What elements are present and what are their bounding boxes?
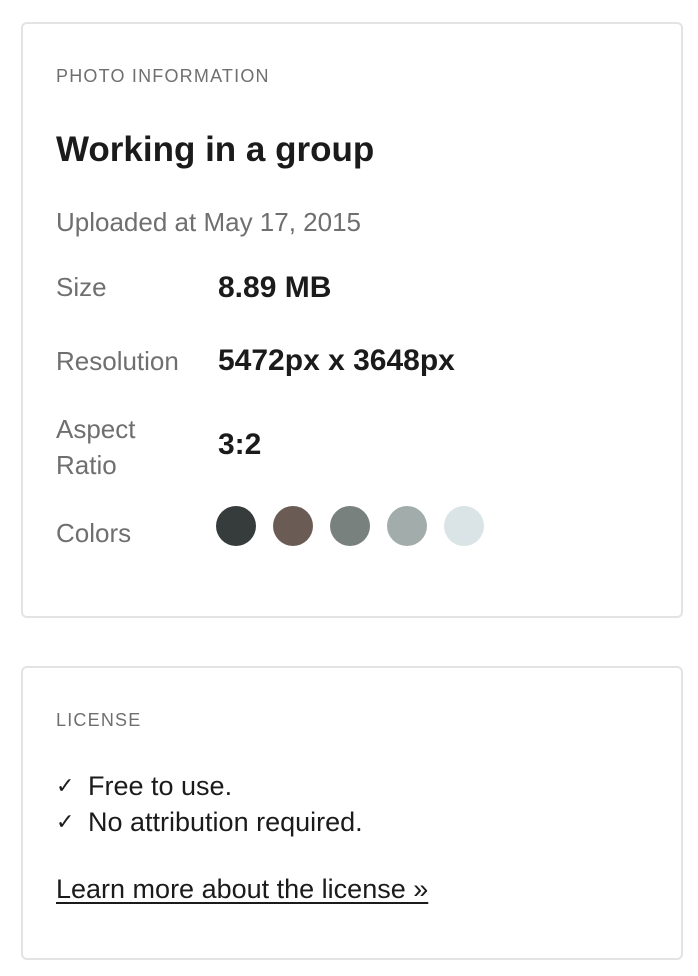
aspect-ratio-label: Aspect Ratio: [56, 414, 136, 480]
color-swatch[interactable]: [273, 506, 313, 546]
license-item-text: No attribution required.: [88, 807, 363, 837]
check-icon: ✓: [56, 773, 75, 798]
uploaded-prefix: Uploaded at: [56, 207, 204, 237]
photo-information-card: PHOTO INFORMATION Working in a group Upl…: [21, 22, 683, 618]
color-swatches: [216, 506, 484, 546]
size-value: 8.89 MB: [218, 271, 332, 304]
license-item: ✓ No attribution required.: [56, 804, 363, 840]
color-swatch[interactable]: [444, 506, 484, 546]
license-learn-more-link[interactable]: Learn more about the license »: [56, 874, 428, 905]
license-item: ✓ Free to use.: [56, 768, 363, 804]
license-item-text: Free to use.: [88, 771, 233, 801]
uploaded-date: May 17, 2015: [203, 207, 362, 237]
color-swatch[interactable]: [330, 506, 370, 546]
photo-title: Working in a group: [56, 130, 375, 169]
license-list: ✓ Free to use. ✓ No attribution required.: [56, 768, 363, 840]
resolution-value: 5472px x 3648px: [218, 344, 455, 377]
uploaded-date-text: Uploaded at May 17, 2015: [56, 207, 361, 238]
license-heading: LICENSE: [56, 710, 142, 730]
aspect-ratio-value: 3:2: [218, 428, 262, 461]
size-label: Size: [56, 272, 107, 302]
license-card: LICENSE ✓ Free to use. ✓ No attribution req…: [21, 666, 683, 960]
color-swatch[interactable]: [216, 506, 256, 546]
color-swatch[interactable]: [387, 506, 427, 546]
photo-information-heading: PHOTO INFORMATION: [56, 66, 270, 86]
resolution-label: Resolution: [56, 346, 179, 376]
check-icon: ✓: [56, 809, 75, 834]
colors-label: Colors: [56, 518, 132, 548]
